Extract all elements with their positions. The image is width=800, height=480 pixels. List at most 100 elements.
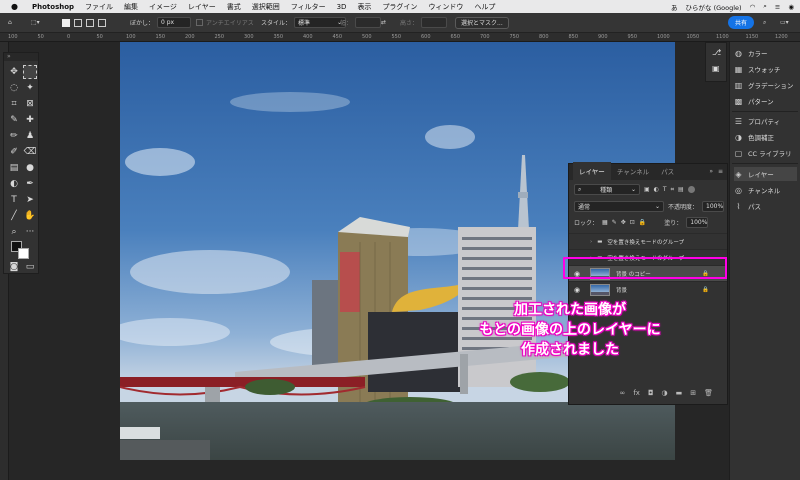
zoom-tool-icon[interactable]: ⌕ [7, 225, 21, 239]
menu-edit[interactable]: 編集 [124, 2, 138, 12]
add-selection-icon[interactable] [74, 18, 82, 27]
menu-select[interactable]: 選択範囲 [252, 2, 280, 12]
dock-item-gradients[interactable]: ▥ グラデーション [734, 78, 794, 92]
select-and-mask-button[interactable]: 選択とマスク... [455, 16, 509, 29]
swap-icon[interactable]: ⇄ [381, 16, 386, 29]
eyedropper-icon[interactable]: ✎ [7, 113, 21, 127]
line-tool-icon[interactable]: ╱ [7, 209, 21, 223]
fx-icon[interactable]: fx [633, 389, 640, 397]
siri-icon[interactable]: ◉ [788, 3, 794, 11]
menu-filter[interactable]: フィルター [291, 2, 326, 12]
menu-image[interactable]: イメージ [149, 2, 177, 12]
tab-layers[interactable]: レイヤー [573, 162, 611, 180]
layer-filter-select[interactable]: ⌕ 種類 ⌄ [574, 184, 640, 195]
feather-input[interactable]: 0 px [157, 17, 192, 28]
layer-row[interactable]: › ▬ 空を置き換えモードのグループ [569, 233, 727, 249]
search-icon[interactable]: ⌕ [763, 2, 767, 11]
tab-paths[interactable]: パス [655, 166, 680, 180]
height-input[interactable] [421, 17, 448, 28]
new-layer-icon[interactable]: ⊞ [690, 389, 696, 397]
input-source-icon[interactable]: あ [671, 2, 678, 12]
menu-type[interactable]: 書式 [227, 2, 241, 12]
layer-row[interactable]: ◉ 背景 🔒 [569, 281, 727, 297]
lock-position-icon[interactable]: ✥ [621, 219, 626, 226]
dock-item-paths[interactable]: ⌇ パス [734, 199, 761, 213]
menu-file[interactable]: ファイル [85, 2, 113, 12]
menu-plugins[interactable]: プラグイン [382, 2, 417, 12]
gradient-tool-icon[interactable]: ▤ [7, 161, 21, 175]
wifi-icon[interactable]: ◠ [750, 3, 756, 11]
pen-tool-icon[interactable]: ✒ [23, 177, 37, 191]
crop-tool-icon[interactable]: ⌗ [7, 97, 21, 111]
subtract-selection-icon[interactable] [86, 18, 94, 27]
lock-all-icon[interactable]: 🔒 [639, 219, 646, 226]
filter-toggle[interactable] [687, 186, 695, 193]
menu-layer[interactable]: レイヤー [188, 2, 216, 12]
filter-type-icon[interactable]: T [663, 186, 667, 193]
hand-tool-icon[interactable]: ✋ [23, 209, 37, 223]
style-select[interactable]: 標準 ⌄ [294, 17, 347, 28]
lock-artboard-icon[interactable]: ⊡ [630, 219, 635, 226]
home-icon[interactable]: ⌂ [8, 16, 12, 29]
menu-view[interactable]: 表示 [357, 2, 371, 12]
dock-item-layers[interactable]: ◈ レイヤー [734, 167, 797, 181]
dock-item-libraries[interactable]: ▢ CC ライブラリ [734, 146, 792, 160]
blend-mode-select[interactable]: 通常 ⌄ [574, 201, 664, 212]
adjustment-layer-icon[interactable]: ◑ [662, 389, 668, 397]
dock-item-properties[interactable]: ☰ プロパティ [734, 114, 780, 128]
path-selection-icon[interactable]: ➤ [23, 193, 37, 207]
delete-layer-icon[interactable]: 🗑 [704, 389, 713, 397]
magic-wand-icon[interactable]: ✦ [23, 81, 37, 95]
frame-tool-icon[interactable]: ⊠ [23, 97, 37, 111]
filter-pixel-icon[interactable]: ▣ [644, 186, 650, 193]
marquee-tool-preset-icon[interactable]: ⬚▾ [31, 16, 40, 29]
chevron-right-icon[interactable]: › [590, 239, 592, 245]
lock-pixels-icon[interactable]: ✎ [612, 219, 617, 226]
apple-icon[interactable]: ● [11, 2, 18, 11]
search-icon[interactable]: ⌕ [763, 16, 766, 29]
input-source-label[interactable]: ひらがな (Google) [686, 2, 742, 12]
link-layers-icon[interactable]: ∞ [620, 389, 626, 397]
quick-mask-icon[interactable]: ◙ [7, 260, 21, 274]
brush-tool-icon[interactable]: ✏ [7, 129, 21, 143]
width-input[interactable] [355, 17, 382, 28]
intersect-selection-icon[interactable] [98, 18, 106, 27]
control-center-icon[interactable]: ≡ [775, 3, 780, 11]
move-tool-icon[interactable]: ✥ [7, 65, 21, 79]
stamp-tool-icon[interactable]: ♟ [23, 129, 37, 143]
share-button[interactable]: 共有 [728, 16, 754, 29]
background-color-swatch[interactable] [18, 248, 29, 259]
new-group-icon[interactable]: ▬ [676, 389, 683, 397]
dock-item-channels[interactable]: ◎ チャンネル [734, 183, 780, 197]
fill-input[interactable]: 100% [686, 217, 709, 228]
menu-3d[interactable]: 3D [337, 3, 347, 11]
collapse-icon[interactable]: » [709, 168, 713, 175]
filter-shape-icon[interactable]: ⌗ [671, 186, 674, 194]
screen-mode-icon[interactable]: ▭ [23, 260, 37, 274]
menu-help[interactable]: ヘルプ [474, 2, 495, 12]
lock-transparent-icon[interactable]: ▦ [602, 219, 608, 226]
filter-adjustment-icon[interactable]: ◐ [654, 186, 659, 193]
eye-icon[interactable]: ◉ [574, 286, 584, 294]
marquee-tool-icon[interactable] [23, 65, 37, 79]
eraser-icon[interactable]: ⌫ [23, 145, 37, 159]
opacity-input[interactable]: 100% [702, 201, 725, 212]
dock-item-swatches[interactable]: ▦ スウォッチ [734, 62, 781, 76]
dock-item-adjustments[interactable]: ◑ 色調補正 [734, 130, 774, 144]
lasso-tool-icon[interactable]: ◌ [7, 81, 21, 95]
app-menu[interactable]: Photoshop [32, 3, 74, 11]
antialias-checkbox[interactable]: アンチエイリアス [196, 16, 254, 29]
type-tool-icon[interactable]: T [7, 193, 21, 207]
new-selection-icon[interactable] [62, 18, 70, 27]
comments-icon[interactable]: ▣ [712, 64, 720, 73]
dodge-tool-icon[interactable]: ◐ [7, 177, 21, 191]
tools-panel-header[interactable]: » [4, 53, 38, 61]
add-mask-icon[interactable]: ◘ [648, 389, 654, 397]
history-brush-icon[interactable]: ✐ [7, 145, 21, 159]
more-tools-icon[interactable]: ··· [23, 225, 37, 239]
menu-window[interactable]: ウィンドウ [428, 2, 463, 12]
workspace-icon[interactable]: ▭▾ [780, 16, 789, 29]
healing-brush-icon[interactable]: ✚ [23, 113, 37, 127]
filter-smart-icon[interactable]: ▤ [678, 186, 684, 193]
tab-channels[interactable]: チャンネル [611, 166, 655, 180]
